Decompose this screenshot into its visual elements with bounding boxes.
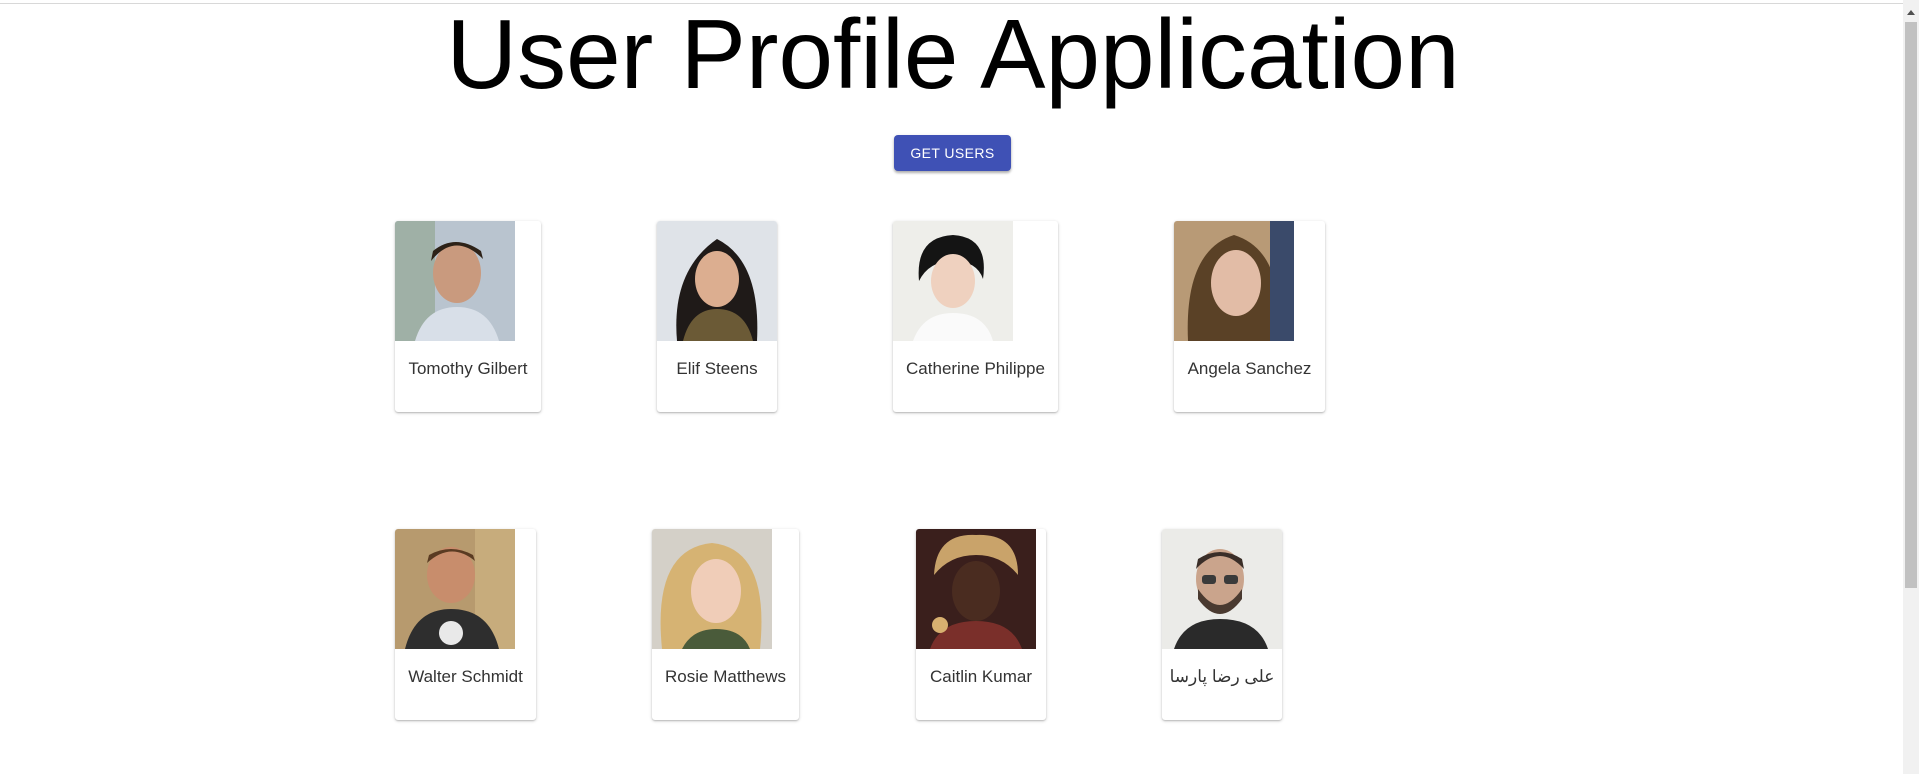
user-card[interactable]: Walter Schmidt <box>395 529 536 720</box>
user-name: علی رضا پارسا <box>1169 667 1275 686</box>
avatar <box>657 221 777 341</box>
avatar <box>1174 221 1294 341</box>
user-card[interactable]: علی رضا پارسا <box>1162 529 1282 720</box>
user-name: Rosie Matthews <box>665 667 786 686</box>
user-name: Catherine Philippe <box>906 359 1045 378</box>
avatar <box>893 221 1013 341</box>
avatar <box>1162 529 1282 649</box>
user-name: Angela Sanchez <box>1187 359 1312 378</box>
user-card[interactable]: Rosie Matthews <box>652 529 799 720</box>
avatar <box>916 529 1036 649</box>
page-title: User Profile Application <box>446 0 1460 109</box>
user-card[interactable]: Tomothy Gilbert <box>395 221 541 412</box>
scrollbar-thumb[interactable] <box>1905 22 1917 588</box>
scroll-up-arrow-icon[interactable] <box>1903 4 1919 20</box>
user-name: Walter Schmidt <box>408 667 523 686</box>
get-users-button[interactable]: GET USERS <box>894 135 1011 171</box>
user-card[interactable]: Caitlin Kumar <box>916 529 1046 720</box>
vertical-scrollbar[interactable] <box>1903 0 1919 774</box>
user-card[interactable]: Catherine Philippe <box>893 221 1058 412</box>
user-name: Elif Steens <box>676 359 758 378</box>
user-card[interactable]: Elif Steens <box>657 221 777 412</box>
avatar <box>652 529 772 649</box>
user-name: Caitlin Kumar <box>929 667 1033 686</box>
avatar <box>395 221 515 341</box>
avatar <box>395 529 515 649</box>
user-card[interactable]: Angela Sanchez <box>1174 221 1325 412</box>
user-name: Tomothy Gilbert <box>408 359 528 378</box>
